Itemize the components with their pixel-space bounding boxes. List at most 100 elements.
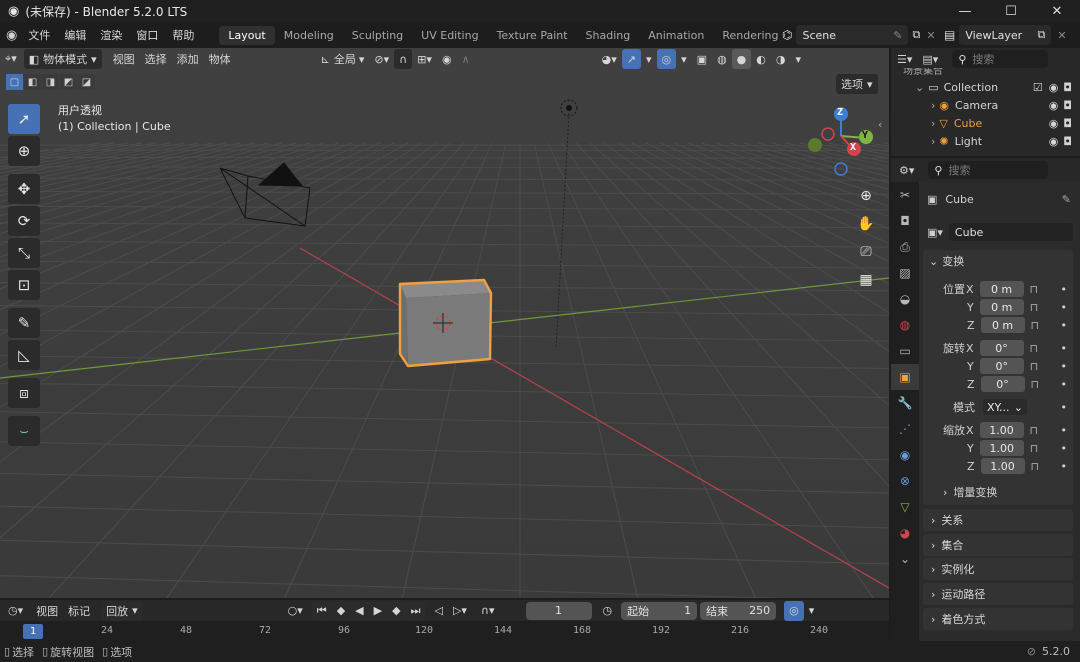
blender-menu-icon[interactable]: ◉ [6,28,17,43]
menu-window[interactable]: 窗口 [129,27,165,43]
select-box-tool[interactable]: ➚ [8,104,40,134]
outliner-search[interactable]: ⚲ 搜索 [952,50,1049,68]
world-tab-icon[interactable]: ◍ [891,312,919,338]
eye-icon[interactable]: ◉ [1049,135,1059,148]
timeline-editor-icon[interactable]: ◷▾ [8,604,23,617]
lock-icon[interactable]: ⊓ [1030,283,1039,296]
snap-timeline-dropdown-icon[interactable]: ▾ [804,601,820,621]
lock-icon[interactable]: ⊓ [1030,342,1039,355]
keyframe-dot-icon[interactable]: • [1061,319,1068,332]
constraints-tab-icon[interactable]: ⊗ [891,468,919,494]
keyframe-dot-icon[interactable]: • [1061,360,1068,373]
tab-texture-paint[interactable]: Texture Paint [488,26,577,45]
camera-render-icon[interactable]: ◘ [1063,99,1072,112]
properties-search[interactable]: ⚲ 搜索 [928,161,1049,179]
lock-icon[interactable]: ⊓ [1031,460,1040,473]
remove-view-layer-icon[interactable]: ✕ [1057,29,1066,42]
chevron-right-icon[interactable]: › [931,135,935,148]
keyframe-dot-icon[interactable]: • [1061,301,1068,314]
chevron-right-icon[interactable]: › [931,99,935,112]
playback-dropdown[interactable]: 回放 ▾ [101,600,143,621]
keyframe-dot-icon[interactable]: • [1061,283,1068,296]
menu-file[interactable]: 文件 [21,27,57,43]
select-extend-icon[interactable]: ◧ [24,74,41,90]
camera-render-icon[interactable]: ◘ [1063,81,1072,94]
3d-viewport[interactable]: Z Y X ⌖▾ ◧ 物体模式 ▾ 视图 选择 添加 物体 ⊾ 全局 ▾ ⊘▾ … [0,48,889,598]
mode-selector[interactable]: ◧ 物体模式 ▾ [23,49,102,69]
outliner-editor-icon[interactable]: ☰▾ [897,53,912,66]
shading-material-icon[interactable]: ◐ [751,49,771,69]
transform-tool[interactable]: ⊡ [8,270,40,300]
tab-rendering[interactable]: Rendering [713,26,787,45]
lock-icon[interactable]: ⊓ [1030,424,1039,437]
proportional-edit-icon[interactable]: ◉ [437,49,457,69]
lock-icon[interactable]: ⊓ [1030,360,1039,373]
snap-timeline-icon[interactable]: ◎ [784,600,804,621]
keyframe-dot-icon[interactable]: • [1061,460,1068,473]
menu-render[interactable]: 渲染 [93,27,129,43]
play-icon[interactable]: ▶ [368,600,388,621]
minimize-button[interactable]: — [942,0,988,22]
keyframe-dot-icon[interactable]: • [1061,342,1068,355]
prev-frame-icon[interactable]: ◁ [429,601,447,621]
rotate-tool[interactable]: ⟳ [8,206,40,236]
transform-header[interactable]: ⌄ 变换 [929,252,964,270]
timeline-menu-marker[interactable]: 标记 [63,601,95,621]
pivot-icon[interactable]: ⊘▾ [369,49,394,69]
scene-icon[interactable]: ⌬ [782,28,792,42]
remove-scene-icon[interactable]: ✕ [926,29,935,42]
shading-rendered-icon[interactable]: ◑ [771,49,791,69]
keyframe-dot-icon[interactable]: • [1061,401,1068,414]
frame-ruler[interactable]: 1 24 48 72 96 120 144 168 192 216 240 [0,621,889,642]
location-y-field[interactable]: 0 m [979,299,1024,315]
chevron-down-icon[interactable]: ⌄ [915,81,924,94]
camera-render-icon[interactable]: ◘ [1063,117,1072,130]
rotation-x-field[interactable]: 0° [979,340,1024,356]
render-tab-icon[interactable]: ◘ [891,208,919,234]
editor-type-icon[interactable]: ⌖▾ [0,49,22,69]
more-tabs-icon[interactable]: ⌄ [891,546,919,572]
tab-modeling[interactable]: Modeling [275,26,343,45]
keying-set-icon[interactable]: ∩▾ [476,601,500,621]
menu-edit[interactable]: 编辑 [57,27,93,43]
next-keyframe-icon[interactable]: ◆ [387,600,406,621]
outliner-row-camera[interactable]: › ◉ Camera ◉ ◘ [891,96,1080,114]
tab-animation[interactable]: Animation [639,26,713,45]
current-frame-field[interactable]: 1 [525,601,592,620]
close-button[interactable]: ✕ [1034,0,1080,22]
particles-tab-icon[interactable]: ⋰ [891,416,919,442]
camera-render-icon[interactable]: ◘ [1063,135,1072,148]
chevron-right-icon[interactable]: › [931,117,935,130]
data-tab-icon[interactable]: ▽ [891,494,919,520]
cube-object[interactable] [398,278,493,368]
rotation-z-field[interactable]: 0° [980,376,1025,392]
select-subtract-icon[interactable]: ◨ [42,74,59,90]
tab-layout[interactable]: Layout [219,25,275,45]
properties-editor-icon[interactable]: ⚙▾ [899,164,914,177]
lock-icon[interactable]: ⊓ [1030,301,1039,314]
scale-y-field[interactable]: 1.00 [979,440,1024,456]
modifier-tab-icon[interactable]: 🔧 [891,390,919,416]
playhead-frame[interactable]: 1 [23,624,43,639]
pin-icon[interactable]: ✎ [893,29,902,42]
keyframe-dot-icon[interactable]: • [1061,424,1068,437]
object-tab-icon[interactable]: ▣ [891,364,919,390]
material-tab-icon[interactable]: ◕ [891,520,919,546]
panel-collections[interactable]: › 集合 [923,534,1073,556]
menu-add[interactable]: 添加 [172,49,204,69]
tab-uv-editing[interactable]: UV Editing [412,26,487,45]
scene-collection-row[interactable]: 场景集合 [891,68,1080,78]
view-layer-icon[interactable]: ▤ [944,28,955,42]
snap-icon[interactable]: ∩ [394,49,413,69]
maximize-button[interactable]: ☐ [988,0,1034,22]
clock-icon[interactable]: ◷ [598,601,618,621]
object-name-field[interactable]: Cube [948,223,1073,241]
zoom-icon[interactable]: ⊕ [853,183,879,209]
collection-tab-icon[interactable]: ▭ [891,338,919,364]
measure-tool[interactable]: ◺ [8,340,40,370]
add-cube-tool[interactable]: ⧈ [8,378,40,408]
shading-dropdown-icon[interactable]: ▾ [791,49,807,69]
auto-keying-icon[interactable]: ○▾ [283,601,308,621]
orientation-selector[interactable]: ⊾ 全局 ▾ [316,49,370,69]
shading-solid-icon[interactable]: ● [731,49,752,69]
